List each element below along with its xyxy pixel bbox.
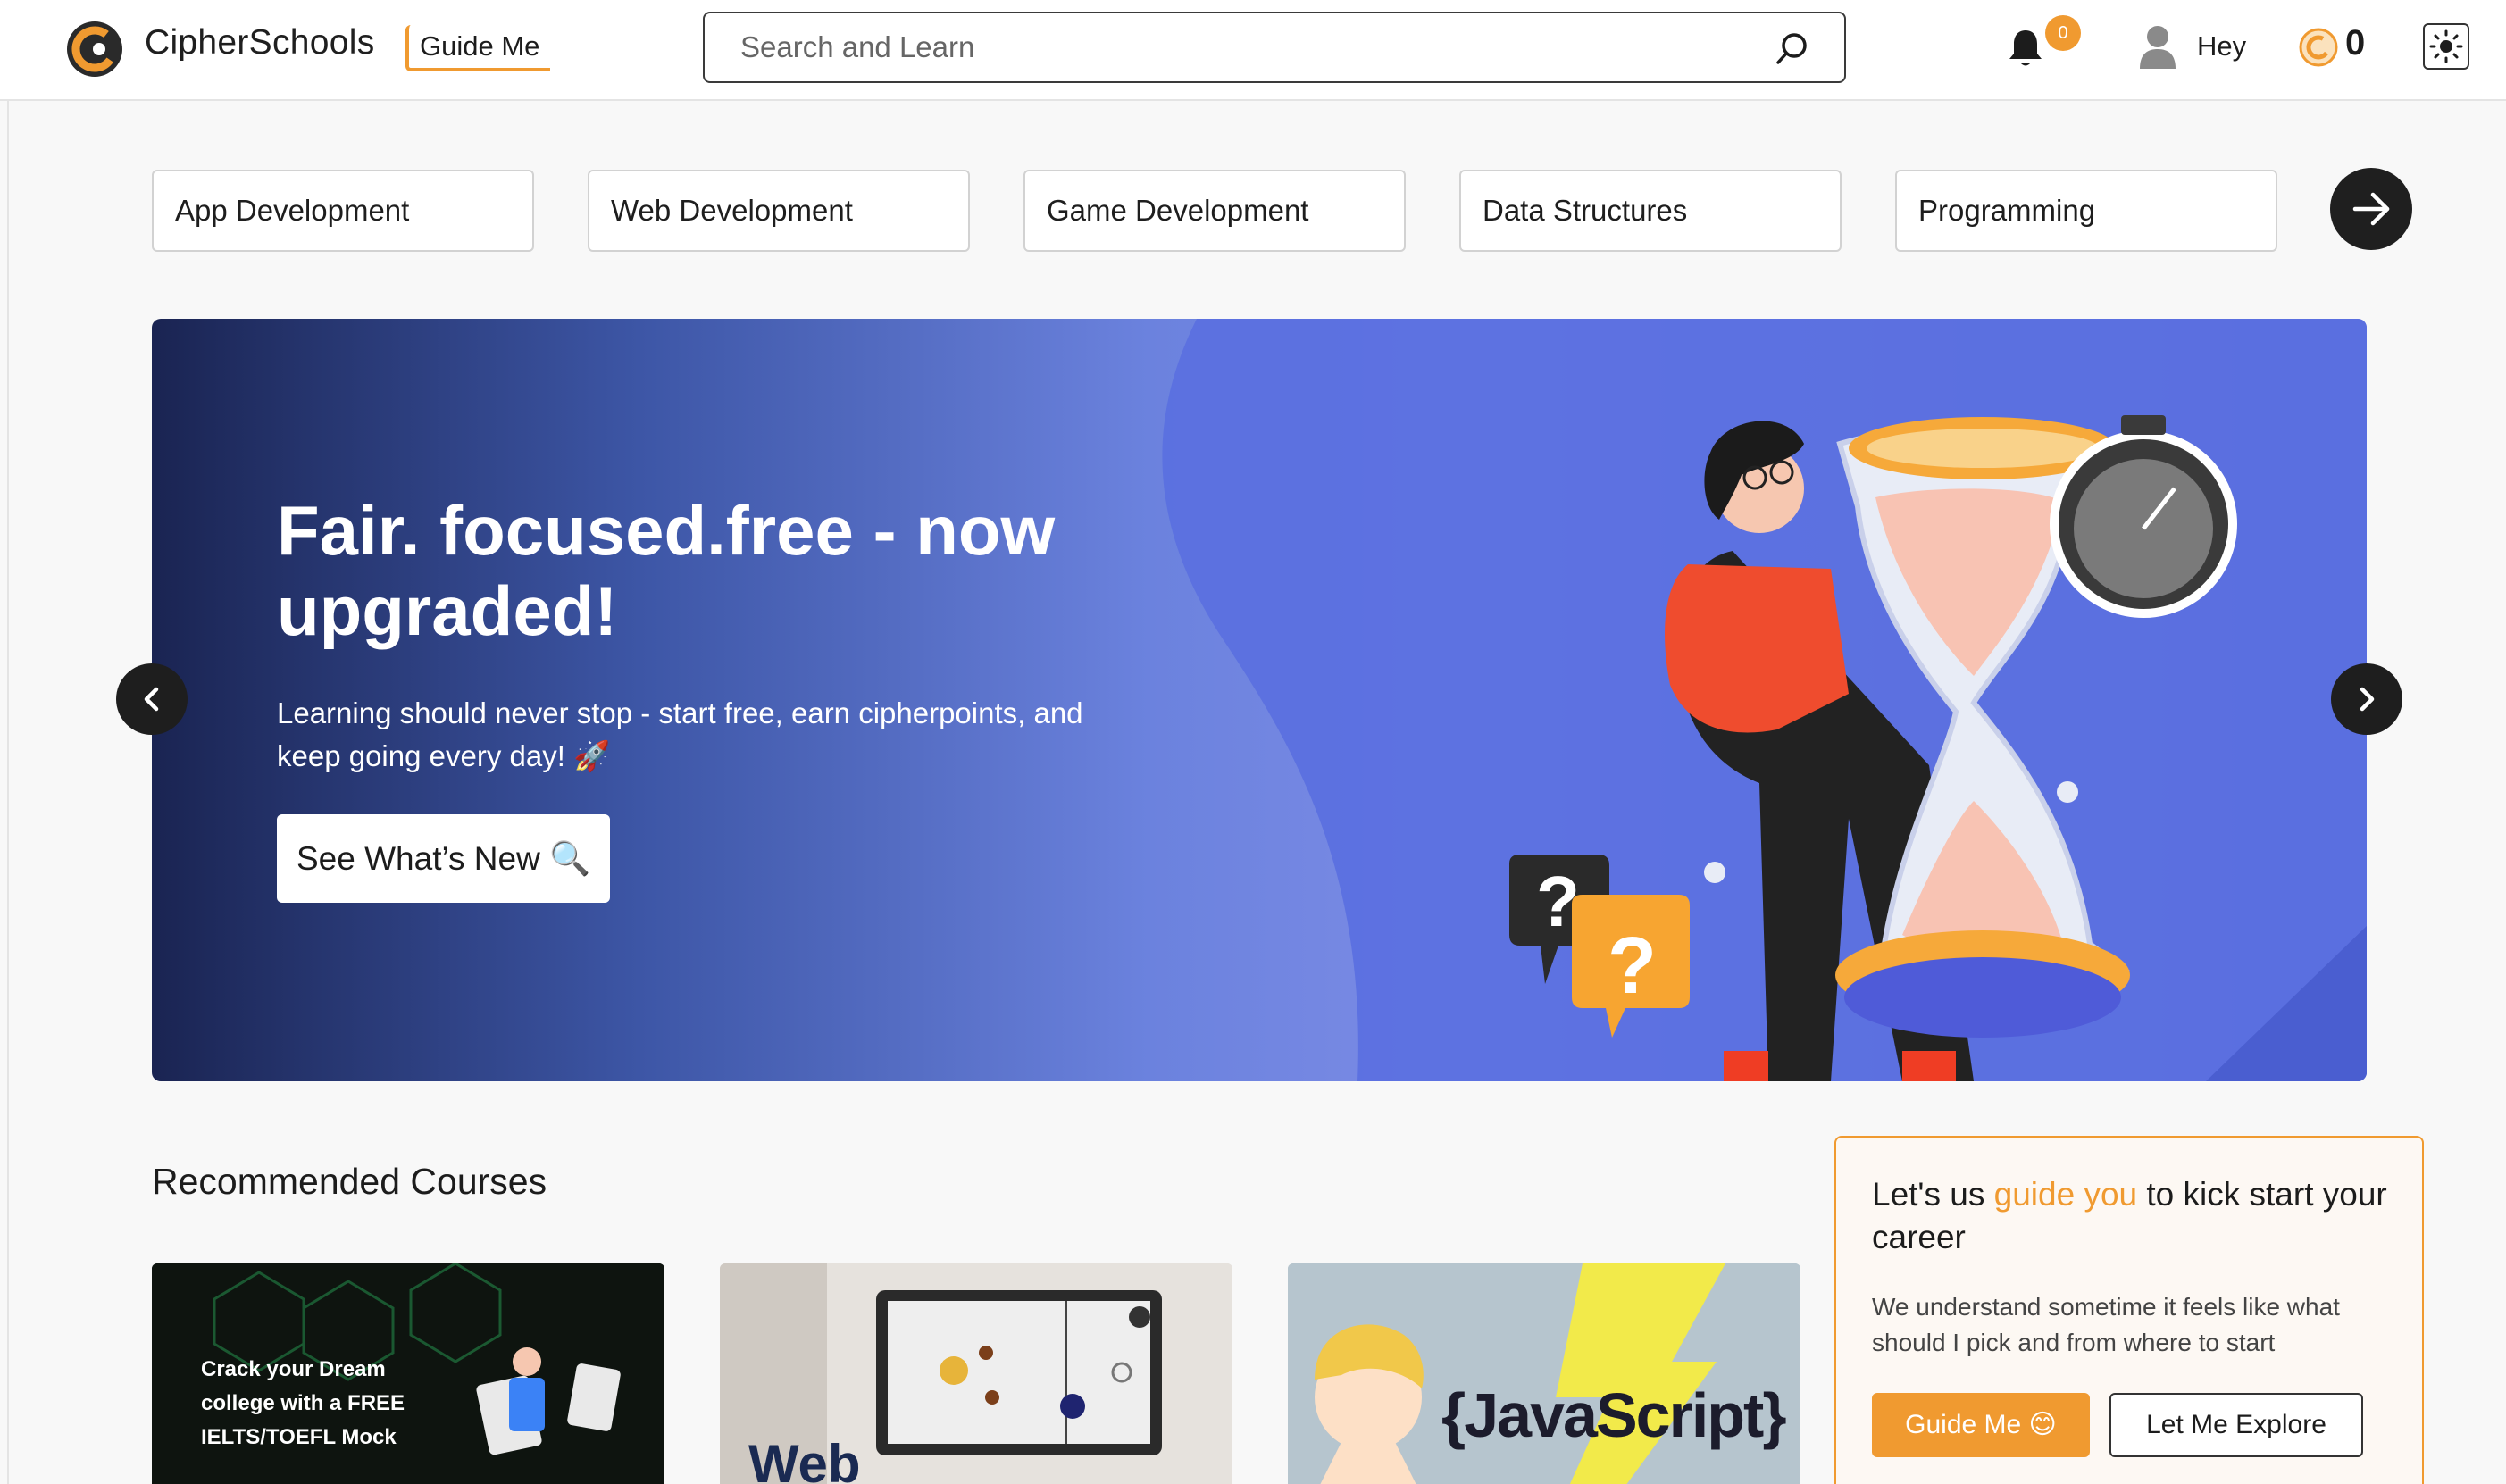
categories-next-button[interactable] <box>2330 168 2412 250</box>
cipher-coin-icon <box>2299 28 2338 67</box>
course-card-javascript[interactable]: {JavaScript} <box>1288 1263 1800 1484</box>
chevron-left-icon <box>144 687 159 712</box>
chevron-right-icon <box>2360 687 2375 712</box>
category-data-structures[interactable]: Data Structures <box>1459 170 1842 252</box>
user-avatar-icon[interactable] <box>2138 24 2177 71</box>
course-thumbnail-text: Web <box>748 1434 861 1484</box>
recommended-courses-heading: Recommended Courses <box>152 1161 547 1202</box>
sun-icon <box>2429 29 2463 63</box>
guide-panel-description: We understand sometime it feels like wha… <box>1872 1293 2340 1356</box>
see-whats-new-button[interactable]: See What’s New 🔍 <box>277 814 611 903</box>
arrow-right-icon <box>2352 192 2390 226</box>
search-bar[interactable] <box>703 12 1846 83</box>
guide-panel: Let's us guide you to kick start your ca… <box>1834 1136 2424 1484</box>
guide-panel-title: Let's us guide you to kick start your ca… <box>1872 1176 2387 1255</box>
theme-toggle-button[interactable] <box>2423 23 2469 70</box>
course-thumbnail-text: {JavaScript} <box>1441 1380 1787 1450</box>
hero-next-button[interactable] <box>2331 663 2402 735</box>
category-game-development[interactable]: Game Development <box>1023 170 1406 252</box>
search-input[interactable] <box>740 13 1741 80</box>
let-me-explore-button[interactable]: Let Me Explore <box>2109 1393 2363 1457</box>
course-card-web[interactable]: Web <box>720 1263 1232 1484</box>
svg-text:?: ? <box>1608 921 1657 1011</box>
coin-count: 0 <box>2345 23 2366 63</box>
category-web-development[interactable]: Web Development <box>588 170 970 252</box>
guide-me-button[interactable]: Guide Me <box>405 25 551 71</box>
course-card-ielts[interactable]: Crack your Dream college with a FREE IEL… <box>152 1263 664 1484</box>
hero-subtitle: Learning should never stop - start free,… <box>277 696 1083 772</box>
notification-count-badge: 0 <box>2045 15 2081 51</box>
guide-panel-highlight: guide you <box>1993 1176 2138 1213</box>
course-thumbnail-text: Crack your Dream college with a FREE IEL… <box>201 1357 405 1449</box>
top-header: CipherSchools Guide Me 0 Hey 0 <box>0 0 2506 101</box>
left-rail-divider <box>7 101 9 1484</box>
hero-prev-button[interactable] <box>116 663 188 735</box>
hero-title: Fair. focused.free - now upgraded! <box>277 491 1056 650</box>
bell-icon[interactable] <box>2006 27 2045 70</box>
category-programming[interactable]: Programming <box>1895 170 2277 252</box>
hero-banner: ? ? Fair. focused.free - now upgraded! L… <box>152 319 2367 1081</box>
brand-name[interactable]: CipherSchools <box>145 23 375 63</box>
guide-me-primary-button[interactable]: Guide Me 😊 <box>1872 1393 2090 1457</box>
user-greeting[interactable]: Hey <box>2197 30 2246 63</box>
cipherschools-logo-icon[interactable] <box>65 20 124 79</box>
category-app-development[interactable]: App Development <box>152 170 534 252</box>
search-icon[interactable] <box>1775 30 1810 66</box>
